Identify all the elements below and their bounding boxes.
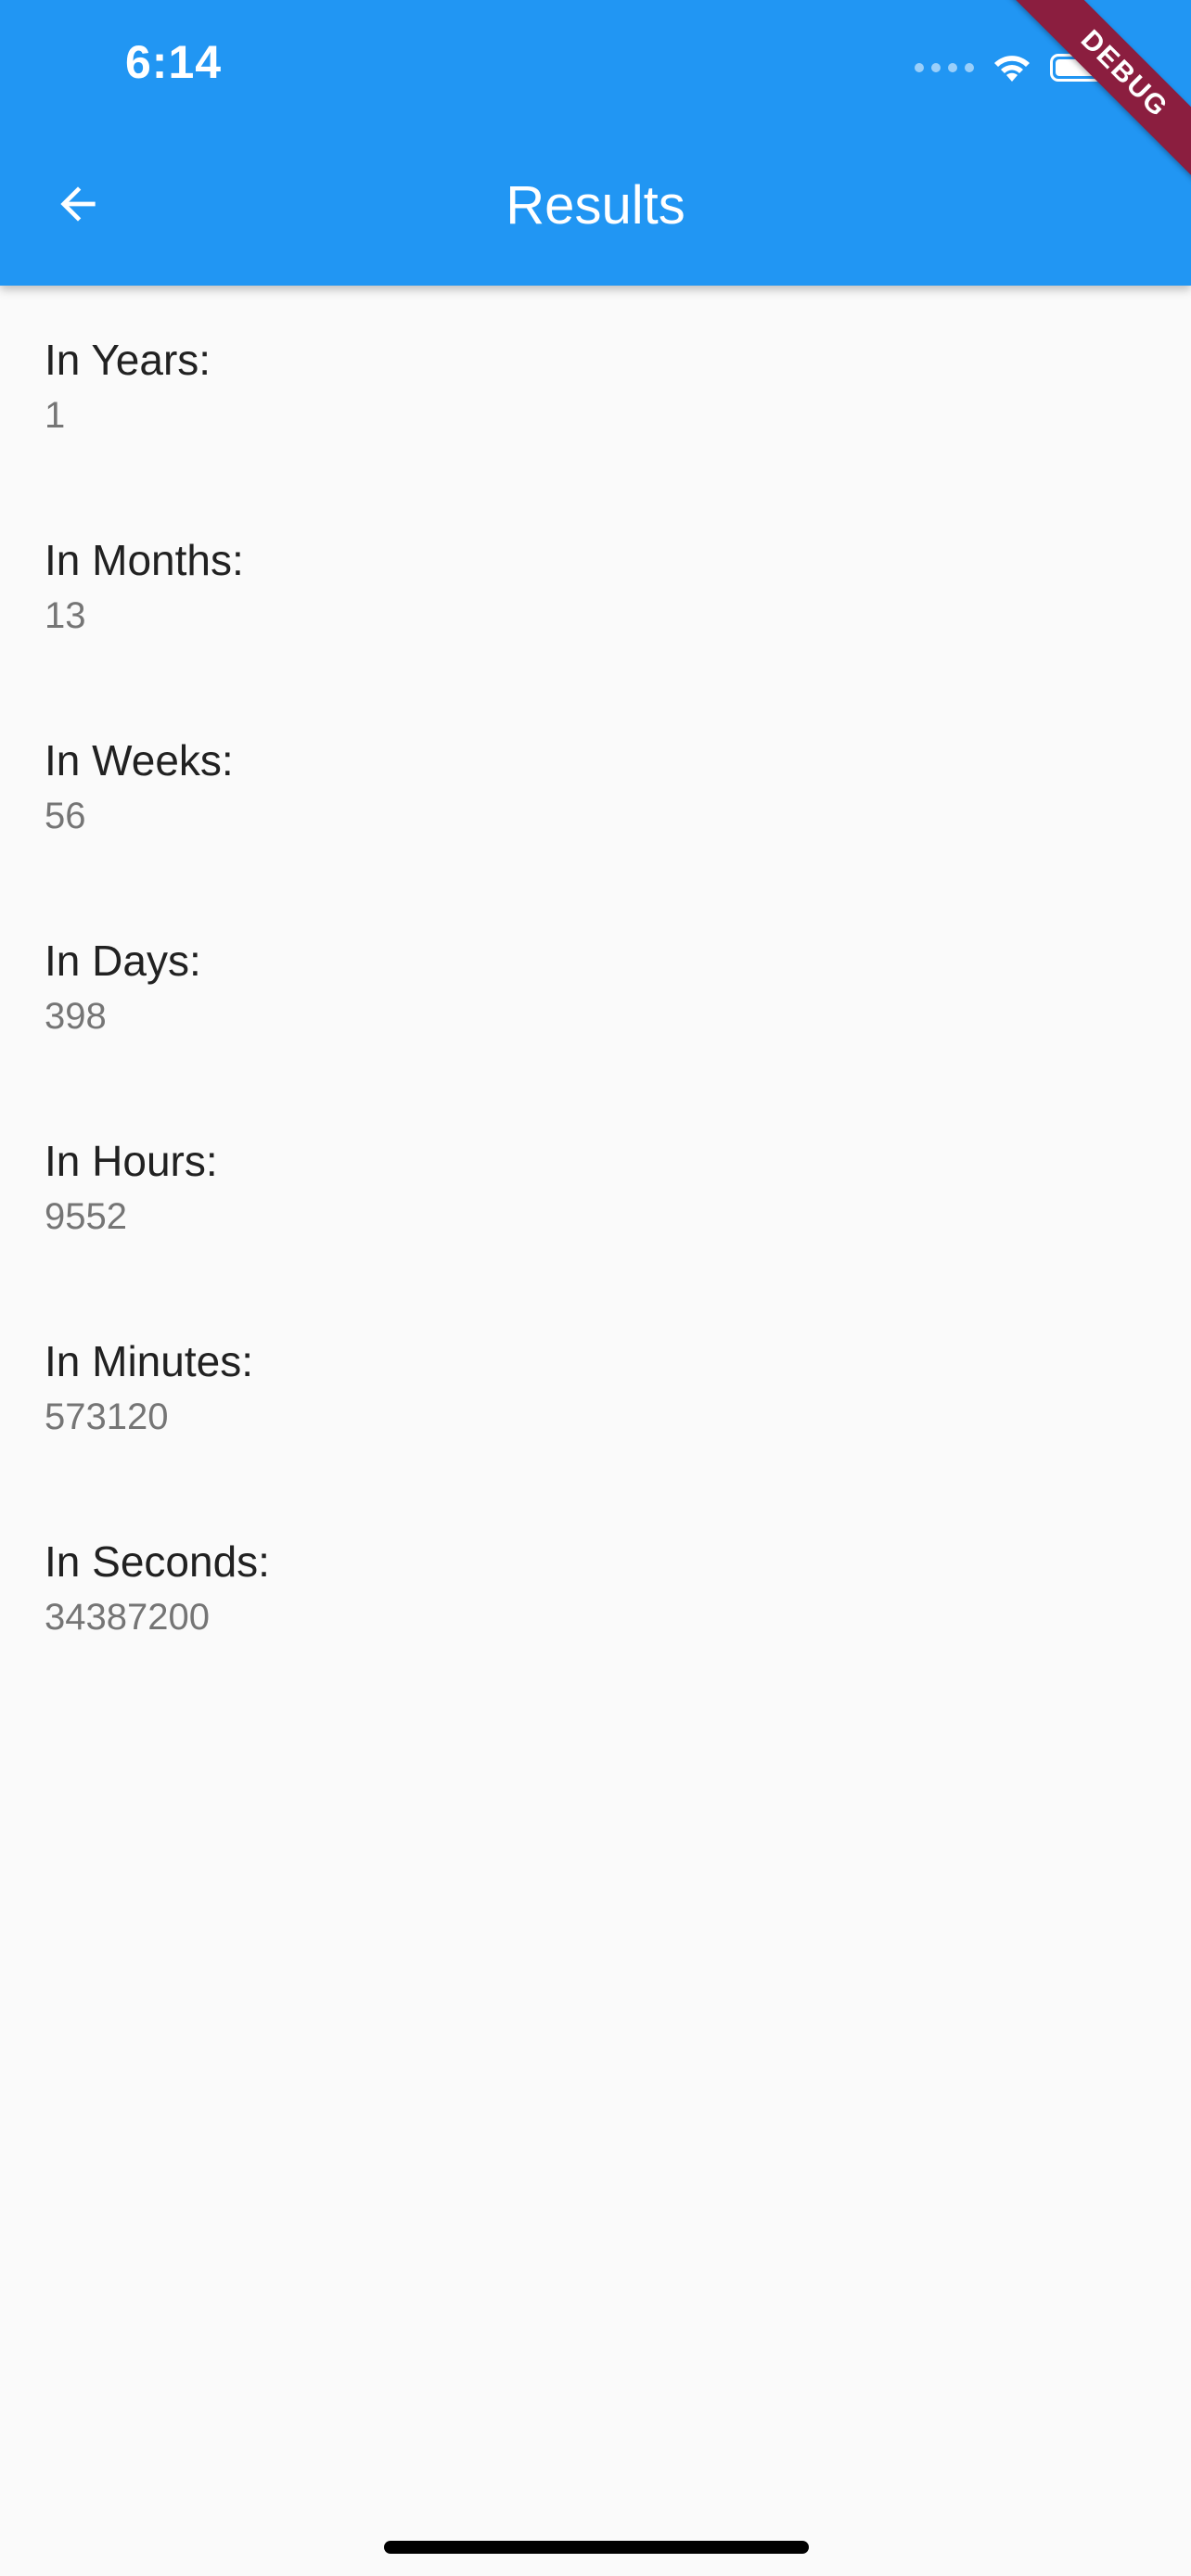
result-item-years: In Years: 1 <box>45 334 270 534</box>
result-value: 1 <box>45 395 66 436</box>
result-value: 9552 <box>45 1196 127 1237</box>
result-value: 573120 <box>45 1396 169 1437</box>
result-value: 34387200 <box>45 1597 210 1638</box>
result-item-days: In Days: 398 <box>45 935 270 1135</box>
result-label: In Seconds: <box>45 1537 270 1586</box>
wifi-icon <box>994 56 1030 82</box>
app-bar: 6:14 Results <box>0 0 1191 286</box>
result-value: 13 <box>45 595 86 636</box>
result-label: In Years: <box>45 336 211 384</box>
status-time: 6:14 <box>125 36 223 88</box>
cellular-signal-icon <box>915 63 974 72</box>
result-label: In Weeks: <box>45 736 234 784</box>
result-value: 56 <box>45 796 86 836</box>
result-label: In Hours: <box>45 1137 218 1185</box>
result-item-months: In Months: 13 <box>45 534 270 734</box>
result-item-minutes: In Minutes: 573120 <box>45 1335 270 1536</box>
result-label: In Minutes: <box>45 1337 253 1385</box>
home-indicator[interactable] <box>384 2541 809 2554</box>
page-title: Results <box>506 175 685 236</box>
result-label: In Months: <box>45 536 244 584</box>
result-label: In Days: <box>45 937 201 985</box>
result-item-hours: In Hours: 9552 <box>45 1135 270 1335</box>
result-value: 398 <box>45 996 107 1037</box>
results-list: In Years: 1 In Months: 13 In Weeks: 56 I… <box>45 334 270 1736</box>
result-item-weeks: In Weeks: 56 <box>45 734 270 935</box>
result-item-seconds: In Seconds: 34387200 <box>45 1536 270 1736</box>
